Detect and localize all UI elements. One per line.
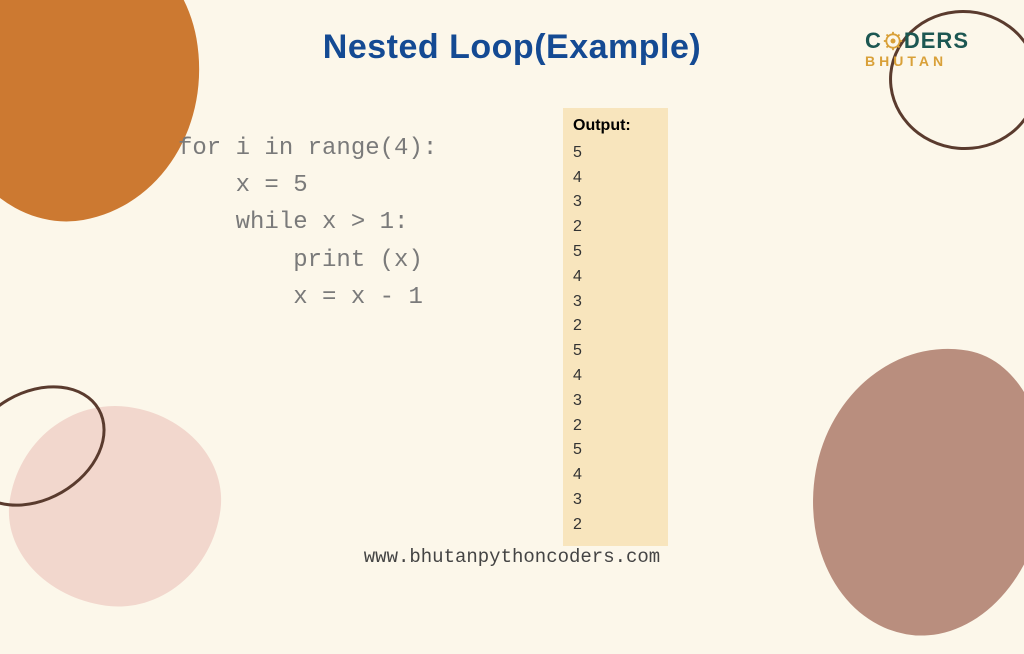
logo-text-pre: C bbox=[865, 30, 882, 52]
gear-icon bbox=[883, 31, 903, 51]
output-line: 2 bbox=[573, 314, 658, 339]
output-line: 3 bbox=[573, 290, 658, 315]
logo-text-post: DERS bbox=[904, 30, 969, 52]
output-line: 3 bbox=[573, 190, 658, 215]
code-line: while x > 1: bbox=[178, 209, 408, 236]
code-line: x = 5 bbox=[178, 172, 308, 199]
output-line: 2 bbox=[573, 414, 658, 439]
decor-blob-brown bbox=[791, 328, 1024, 654]
code-line: print (x) bbox=[178, 247, 423, 274]
output-line: 2 bbox=[573, 513, 658, 538]
code-line: for i in range(4): bbox=[178, 135, 437, 162]
output-line: 3 bbox=[573, 488, 658, 513]
output-line: 5 bbox=[573, 240, 658, 265]
code-line: x = x - 1 bbox=[178, 284, 423, 311]
output-line: 4 bbox=[573, 166, 658, 191]
output-line: 4 bbox=[573, 364, 658, 389]
footer-url: www.bhutanpythoncoders.com bbox=[0, 546, 1024, 568]
output-line: 4 bbox=[573, 265, 658, 290]
output-line: 5 bbox=[573, 438, 658, 463]
output-line: 2 bbox=[573, 215, 658, 240]
logo-top-line: C DERS bbox=[865, 30, 969, 52]
output-box: Output: 5 4 3 2 5 4 3 2 5 4 3 2 5 4 3 2 bbox=[563, 108, 668, 546]
code-block: for i in range(4): x = 5 while x > 1: pr… bbox=[178, 130, 437, 316]
output-line: 5 bbox=[573, 339, 658, 364]
output-line: 3 bbox=[573, 389, 658, 414]
output-line: 5 bbox=[573, 141, 658, 166]
output-line: 4 bbox=[573, 463, 658, 488]
logo: C DERS BHUTAN bbox=[865, 30, 969, 68]
decor-ring-top-right bbox=[883, 4, 1024, 157]
logo-bottom-line: BHUTAN bbox=[865, 54, 969, 68]
output-label: Output: bbox=[573, 114, 658, 139]
